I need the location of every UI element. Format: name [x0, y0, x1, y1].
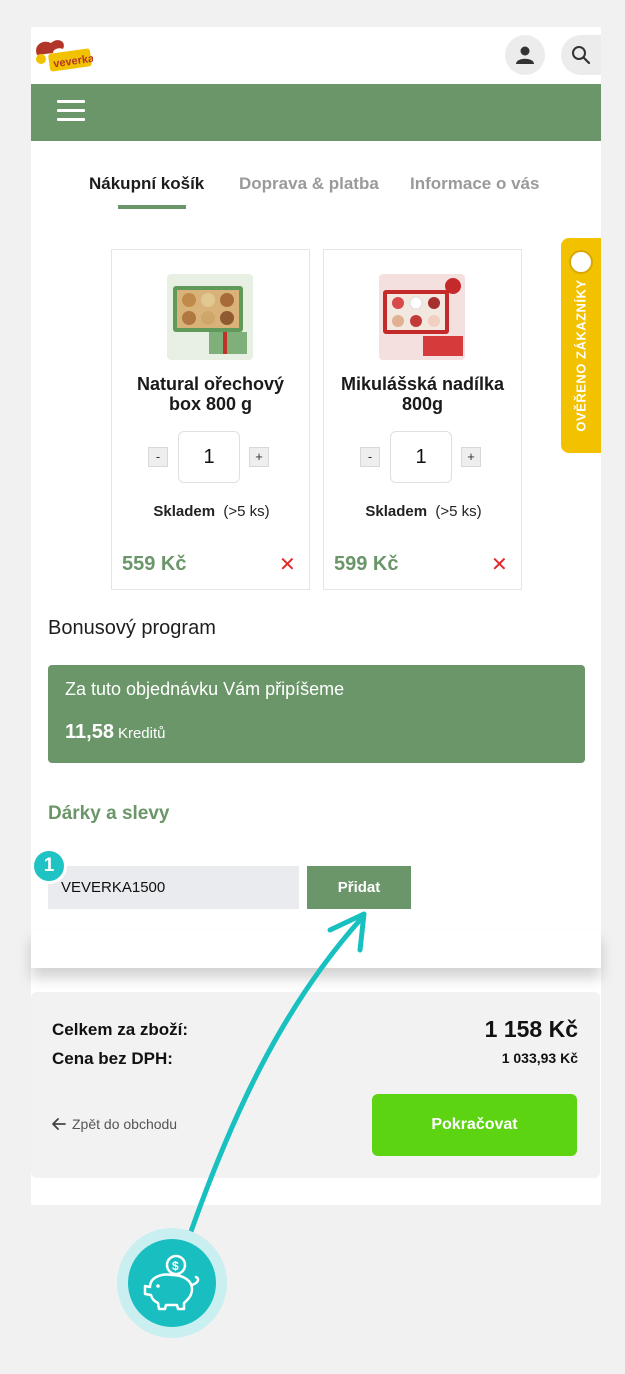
search-button[interactable] — [561, 35, 601, 75]
net-price-label: Cena bez DPH: — [52, 1049, 173, 1068]
user-icon — [516, 46, 534, 64]
cart-item: Natural ořechový box 800 g - + Skladem (… — [111, 249, 310, 590]
coupon-input[interactable] — [48, 866, 299, 909]
total-value: 1 158 Kč — [484, 1016, 578, 1042]
product-name[interactable]: Mikulášská nadílka 800g — [332, 374, 513, 414]
bonus-amount-row: 11,58 Kreditů — [65, 721, 165, 744]
stock-status: Skladem (>5 ks) — [324, 503, 523, 520]
product-image[interactable] — [379, 274, 465, 360]
annotation-step-badge: 1 — [31, 848, 67, 884]
add-coupon-button[interactable]: Přidat — [307, 866, 411, 909]
product-price: 599 Kč — [334, 553, 399, 575]
bonus-text: Za tuto objednávku Vám připíšeme — [65, 679, 345, 699]
continue-button[interactable]: Pokračovat — [372, 1094, 577, 1156]
bonus-amount: 11,58 — [65, 721, 114, 743]
total-label: Celkem za zboží: — [52, 1020, 189, 1039]
quantity-decrease-button[interactable]: - — [148, 447, 168, 467]
order-summary: Celkem za zboží: 1 158 Kč Cena bez DPH: … — [31, 992, 600, 1178]
product-price: 559 Kč — [122, 553, 187, 575]
nav-bar — [31, 84, 601, 141]
net-price-value: 1 033,93 Kč — [501, 1050, 578, 1066]
bonus-info-box: Za tuto objednávku Vám připíšeme 11,58 Kr… — [48, 665, 585, 763]
step-info[interactable]: Informace o vás — [410, 174, 539, 194]
piggy-bank-icon: $ — [143, 1254, 200, 1311]
remove-item-icon[interactable]: ✕ — [491, 552, 508, 577]
bonus-unit: Kreditů — [117, 725, 166, 742]
quantity-increase-button[interactable]: + — [249, 447, 269, 467]
section-divider — [31, 930, 601, 968]
back-to-shop-link[interactable]: Zpět do obchodu — [52, 1116, 177, 1132]
quantity-input[interactable] — [390, 431, 452, 483]
verified-label: OVĚŘENO ZÁKAZNÍKY — [573, 279, 589, 432]
stock-label: Skladem — [153, 503, 216, 520]
product-name[interactable]: Natural ořechový box 800 g — [120, 374, 301, 414]
bonus-program-title: Bonusový program — [48, 617, 216, 639]
stock-status: Skladem (>5 ks) — [112, 503, 311, 520]
arrow-left-icon — [52, 1118, 66, 1130]
stock-quantity: (>5 ks) — [435, 503, 482, 520]
step-cart[interactable]: Nákupní košík — [89, 174, 204, 194]
quantity-decrease-button[interactable]: - — [360, 447, 380, 467]
gifts-discounts-title: Dárky a slevy — [48, 803, 170, 824]
quantity-input[interactable] — [178, 431, 240, 483]
back-to-shop-label[interactable]: Zpět do obchodu — [72, 1116, 177, 1132]
svg-text:$: $ — [172, 1259, 179, 1273]
quantity-increase-button[interactable]: + — [461, 447, 481, 467]
active-step-indicator — [118, 205, 186, 209]
remove-item-icon[interactable]: ✕ — [279, 552, 296, 577]
step-shipping[interactable]: Doprava & platba — [239, 174, 379, 194]
stock-label: Skladem — [365, 503, 428, 520]
product-image[interactable] — [167, 274, 253, 360]
hamburger-icon[interactable] — [57, 100, 85, 122]
user-button[interactable] — [505, 35, 545, 75]
cart-item: Mikulášská nadílka 800g - + Skladem (>5 … — [323, 249, 522, 590]
search-icon — [572, 46, 591, 65]
piggy-bank-badge: $ — [117, 1228, 227, 1338]
logo[interactable]: veverka — [31, 35, 96, 75]
stock-quantity: (>5 ks) — [223, 503, 270, 520]
